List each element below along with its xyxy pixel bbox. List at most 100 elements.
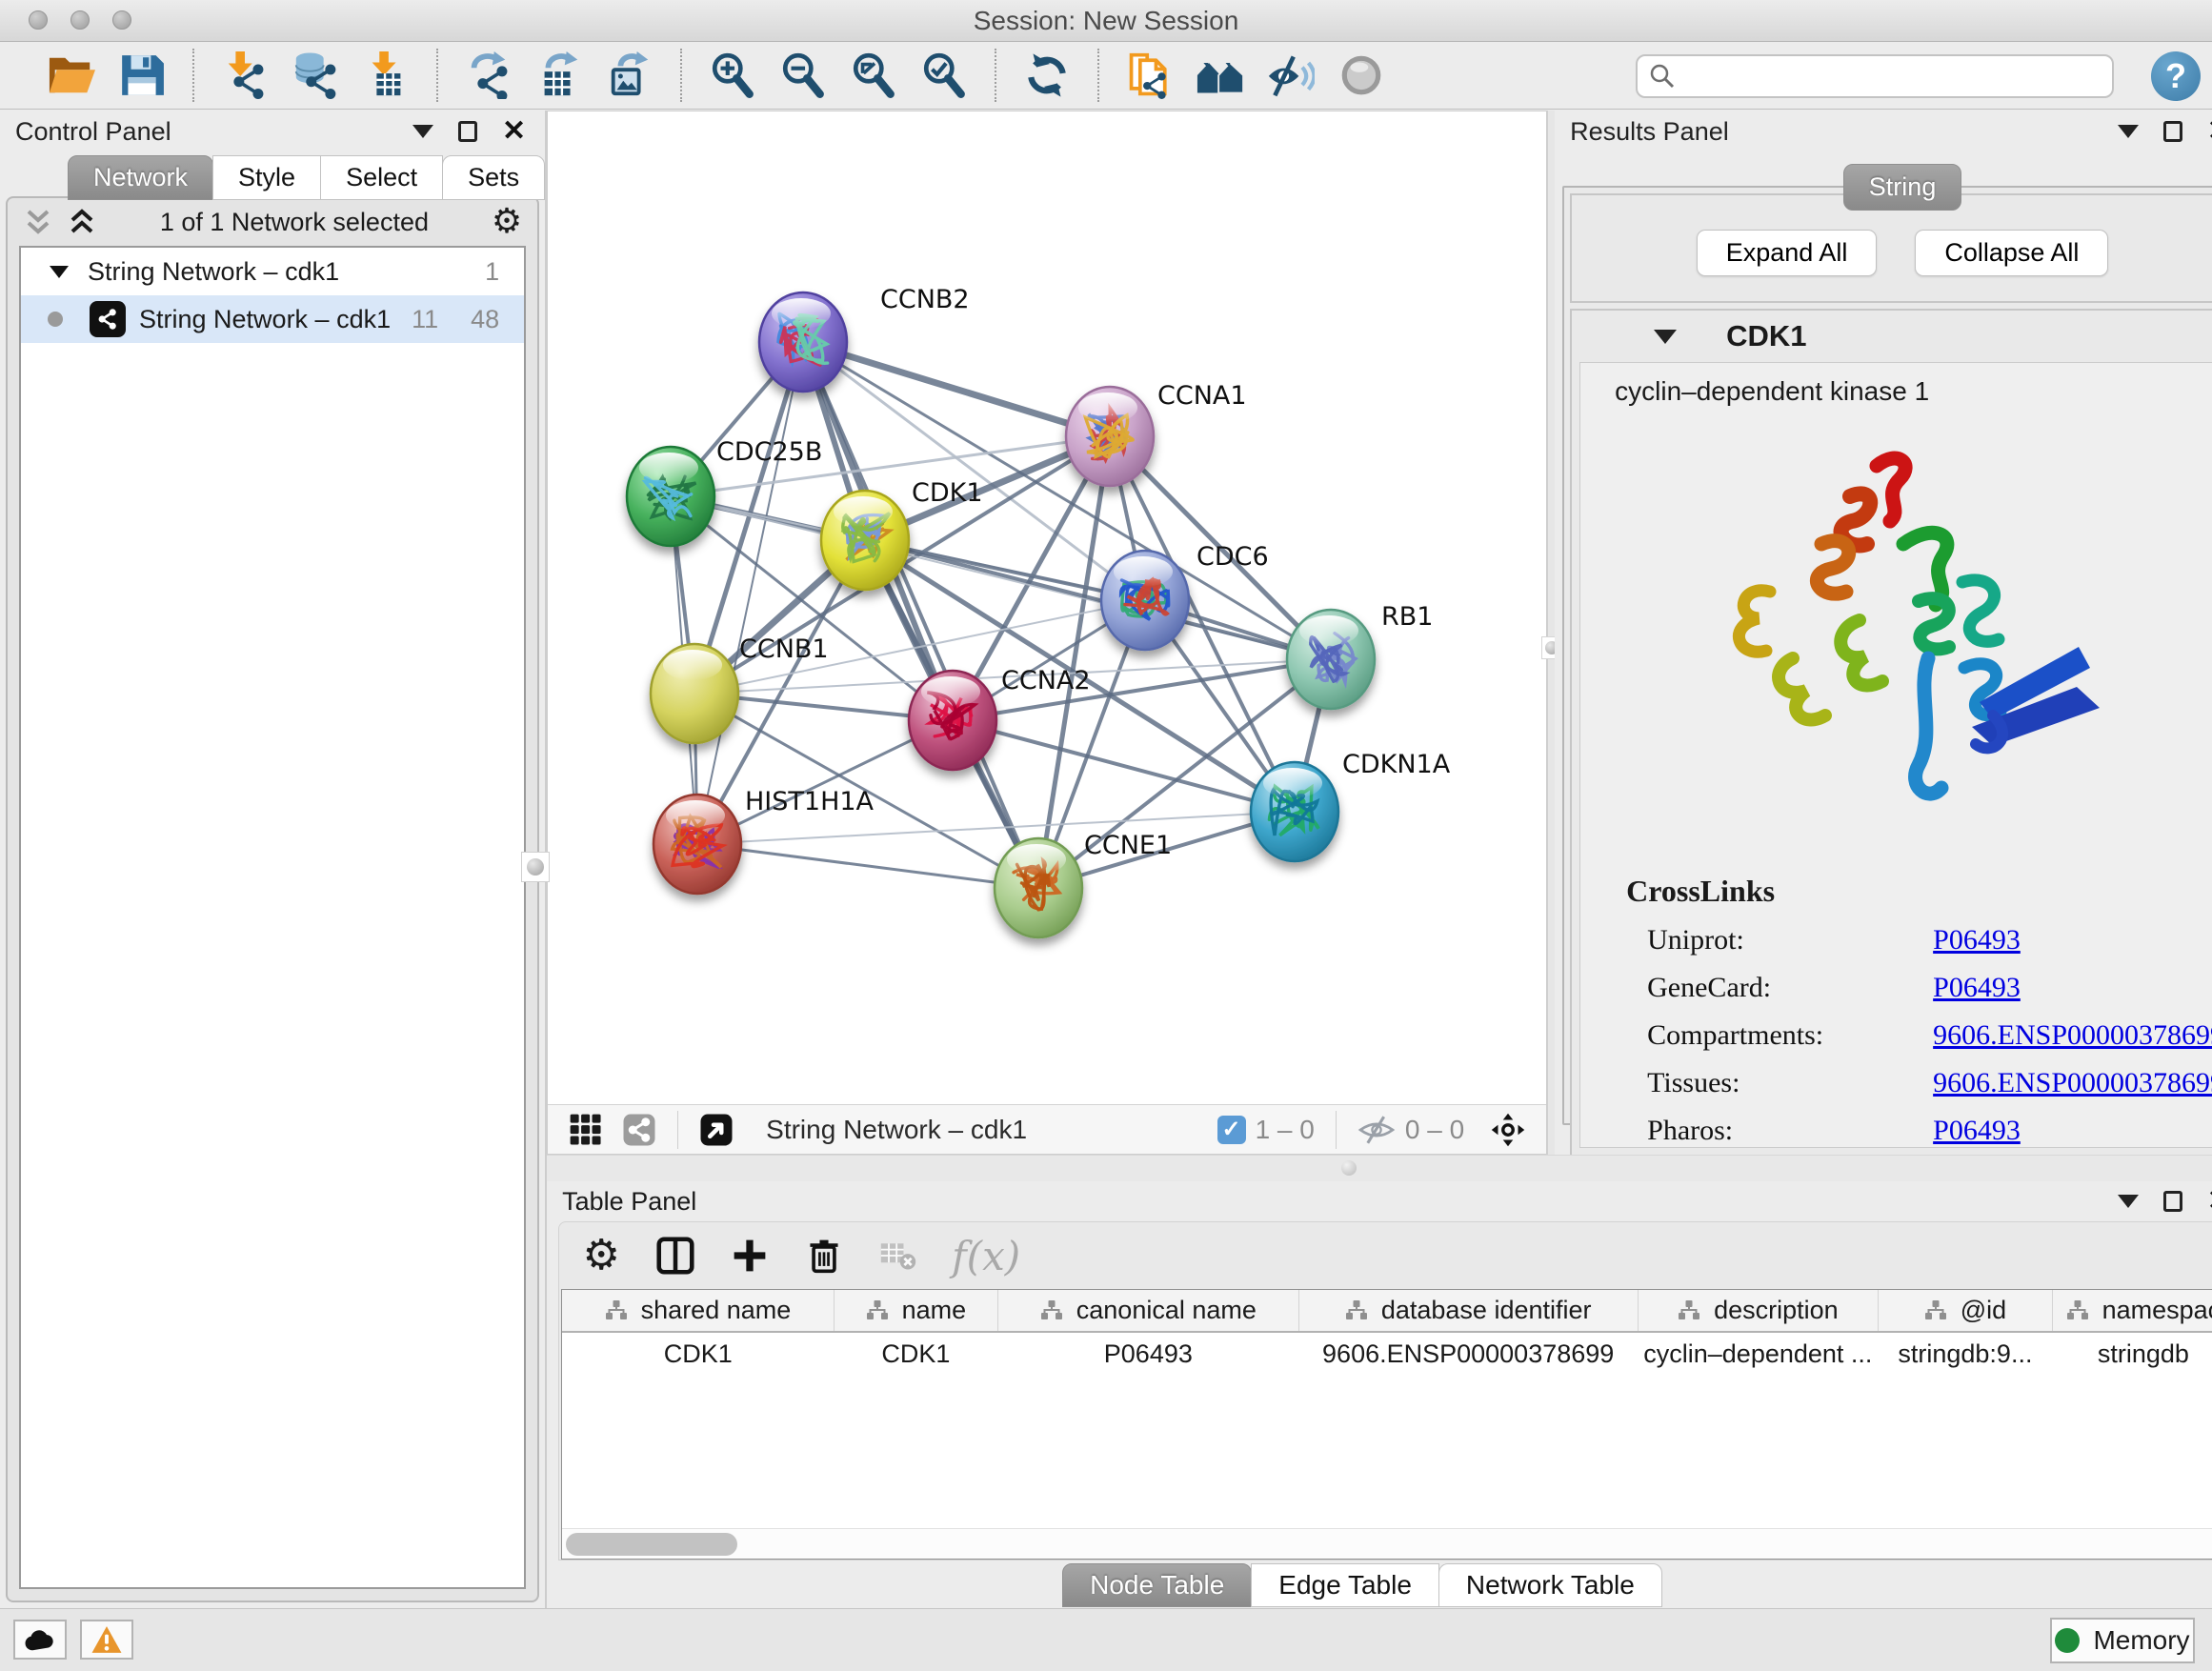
expand-all-icon[interactable] xyxy=(67,207,97,237)
network-node-CDC25B[interactable] xyxy=(627,447,714,546)
column-header-description[interactable]: description xyxy=(1638,1290,1878,1332)
network-tree-row[interactable]: String Network – cdk11 xyxy=(21,248,524,295)
network-node-CCNB1[interactable] xyxy=(651,644,738,743)
minimize-window-button[interactable] xyxy=(70,10,90,30)
tab-edge-table[interactable]: Edge Table xyxy=(1251,1563,1439,1607)
table-cell[interactable]: P06493 xyxy=(997,1332,1298,1376)
table-cell[interactable]: 9606.ENSP00000378699 xyxy=(1298,1332,1638,1376)
column-header-canonical-name[interactable]: canonical name xyxy=(997,1290,1298,1332)
cloud-button[interactable] xyxy=(13,1620,67,1660)
network-edge[interactable] xyxy=(803,342,1110,436)
refresh-button[interactable] xyxy=(1021,50,1073,101)
tab-network-table[interactable]: Network Table xyxy=(1438,1563,1662,1607)
network-canvas[interactable]: CCNB2CCNA1CDC25BCDK1CDC6RB1CCNB1CCNA2CDK… xyxy=(548,111,1546,1104)
network-edge[interactable] xyxy=(697,342,803,844)
divider-handle[interactable] xyxy=(521,852,550,882)
crosslink-link[interactable]: 9606.ENSP00000378699 xyxy=(1933,1019,2212,1052)
table-row[interactable]: CDK1CDK1P064939606.ENSP00000378699cyclin… xyxy=(562,1332,2212,1376)
tab-select[interactable]: Select xyxy=(320,155,443,200)
panel-menu-icon[interactable] xyxy=(412,125,433,138)
close-window-button[interactable] xyxy=(29,10,48,30)
warning-button[interactable] xyxy=(80,1620,133,1660)
column-header-at-id[interactable]: @id xyxy=(1879,1290,2053,1332)
table-panel-divider[interactable] xyxy=(547,1155,2212,1181)
column-header-name[interactable]: name xyxy=(834,1290,997,1332)
search-input[interactable] xyxy=(1636,54,2114,98)
table-cell[interactable]: stringdb xyxy=(2052,1332,2212,1376)
float-panel-icon[interactable] xyxy=(2163,1191,2182,1212)
results-panel-divider[interactable] xyxy=(1547,111,1555,1155)
panel-menu-icon[interactable] xyxy=(2118,125,2139,138)
string-document-button[interactable] xyxy=(1124,50,1176,101)
collapse-entry-icon[interactable] xyxy=(1654,330,1677,344)
crosslink-link[interactable]: 9606.ENSP00000378699 xyxy=(1933,1067,2212,1099)
zoom-selected-button[interactable] xyxy=(918,50,970,101)
string-hide-button[interactable] xyxy=(1265,50,1317,101)
zoom-fit-button[interactable] xyxy=(848,50,899,101)
save-session-button[interactable] xyxy=(116,50,168,101)
network-node-CDC6[interactable] xyxy=(1101,551,1189,650)
memory-button[interactable]: Memory xyxy=(2050,1618,2195,1663)
network-edge[interactable] xyxy=(953,720,1295,812)
close-panel-icon[interactable]: ✕ xyxy=(2207,1192,2212,1211)
crosslink-link[interactable]: P06493 xyxy=(1933,1115,2021,1147)
network-share-icon[interactable] xyxy=(620,1111,658,1149)
network-node-CCNB2[interactable] xyxy=(759,292,847,392)
expand-all-button[interactable]: Expand All xyxy=(1697,230,1878,276)
string-show-button[interactable] xyxy=(1336,50,1387,101)
grid-view-icon[interactable] xyxy=(567,1111,605,1149)
network-options-gear-icon[interactable]: ⚙ xyxy=(492,205,522,239)
collapse-all-icon[interactable] xyxy=(23,207,53,237)
import-table-button[interactable] xyxy=(360,50,412,101)
tree-expander-icon[interactable] xyxy=(50,266,69,278)
network-node-CCNA2[interactable] xyxy=(909,671,996,770)
zoom-in-button[interactable] xyxy=(707,50,758,101)
network-edge[interactable] xyxy=(697,844,1038,888)
collapse-all-button[interactable]: Collapse All xyxy=(1915,230,2108,276)
table-horizontal-scrollbar[interactable] xyxy=(562,1528,2212,1559)
network-node-CDKN1A[interactable] xyxy=(1251,762,1338,861)
export-image-button[interactable] xyxy=(604,50,655,101)
delete-column-icon[interactable] xyxy=(803,1235,845,1277)
network-tree-row[interactable]: String Network – cdk11148 xyxy=(21,295,524,343)
show-columns-icon[interactable] xyxy=(654,1235,696,1277)
divider-handle[interactable] xyxy=(1341,1160,1357,1176)
network-node-RB1[interactable] xyxy=(1287,610,1375,709)
column-header-shared-name[interactable]: shared name xyxy=(562,1290,834,1332)
selected-checkbox-icon[interactable]: ✓ xyxy=(1217,1116,1246,1144)
table-cell[interactable]: CDK1 xyxy=(562,1332,834,1376)
import-network-from-database-button[interactable] xyxy=(290,50,341,101)
float-panel-icon[interactable] xyxy=(458,121,477,142)
zoom-out-button[interactable] xyxy=(777,50,829,101)
network-node-HIST1H1A[interactable] xyxy=(654,795,741,894)
tab-string[interactable]: String xyxy=(1843,164,1962,211)
float-panel-icon[interactable] xyxy=(2163,121,2182,142)
fit-center-icon[interactable] xyxy=(1489,1111,1527,1149)
table-cell[interactable]: stringdb:9... xyxy=(1879,1332,2053,1376)
table-options-gear-icon[interactable]: ⚙ xyxy=(580,1235,622,1277)
close-panel-icon[interactable]: ✕ xyxy=(2207,122,2212,141)
export-table-button[interactable] xyxy=(533,50,585,101)
string-home-button[interactable] xyxy=(1195,50,1246,101)
help-button[interactable]: ? xyxy=(2151,51,2201,101)
tab-style[interactable]: Style xyxy=(212,155,321,200)
tab-network[interactable]: Network xyxy=(68,155,213,200)
add-column-icon[interactable] xyxy=(729,1235,771,1277)
table-cell[interactable]: CDK1 xyxy=(834,1332,997,1376)
column-header-namespac[interactable]: namespac xyxy=(2052,1290,2212,1332)
network-node-CCNA1[interactable] xyxy=(1066,387,1154,486)
search-field[interactable] xyxy=(1683,61,2101,92)
network-node-CCNE1[interactable] xyxy=(995,838,1082,937)
crosslink-link[interactable]: P06493 xyxy=(1933,924,2021,956)
birds-eye-view-icon[interactable] xyxy=(697,1111,735,1149)
table-cell[interactable]: cyclin–dependent ... xyxy=(1638,1332,1878,1376)
network-node-CDK1[interactable] xyxy=(821,491,909,590)
panel-menu-icon[interactable] xyxy=(2118,1195,2139,1208)
export-network-button[interactable] xyxy=(463,50,514,101)
tab-node-table[interactable]: Node Table xyxy=(1062,1563,1252,1607)
maximize-window-button[interactable] xyxy=(112,10,131,30)
column-header-database-identifier[interactable]: database identifier xyxy=(1298,1290,1638,1332)
close-panel-icon[interactable]: ✕ xyxy=(502,122,526,141)
crosslink-link[interactable]: P06493 xyxy=(1933,972,2021,1004)
import-network-button[interactable] xyxy=(219,50,271,101)
